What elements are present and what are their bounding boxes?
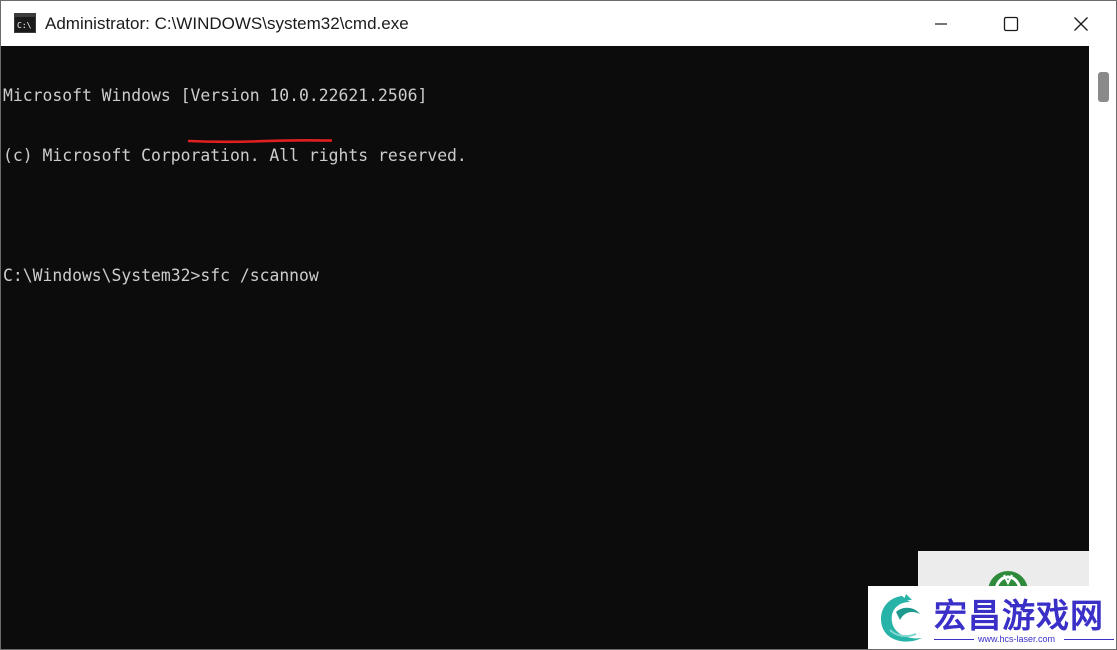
title-bar[interactable]: C:\ Administrator: C:\WINDOWS\system32\c… [1,1,1116,46]
console-line-copyright: (c) Microsoft Corporation. All rights re… [3,146,467,165]
command-prompt-line[interactable]: C:\Windows\System32>sfc /scannow [3,266,1089,286]
minimize-icon [935,22,947,25]
watermark-rule-left [934,639,974,640]
dragon-logo-icon [880,594,922,642]
watermark-title: 宏昌游戏网 [934,596,1104,635]
watermark-url: www.hcs-laser.com [978,634,1056,644]
site-watermark: 宏昌游戏网 www.hcs-laser.com [868,586,1116,649]
vertical-scrollbar[interactable] [1089,46,1116,649]
command-text: sfc /scannow [200,266,319,285]
command-highlight-underline [188,139,332,144]
minimize-button[interactable] [906,1,976,46]
window-title: Administrator: C:\WINDOWS\system32\cmd.e… [45,14,409,33]
close-icon [1074,16,1088,31]
maximize-button[interactable] [976,1,1046,46]
scrollbar-thumb[interactable] [1098,72,1109,102]
maximize-icon [1003,16,1019,31]
watermark-rule-right [1064,639,1114,640]
console-line-blank [3,206,1089,226]
console-line-version: Microsoft Windows [Version 10.0.22621.25… [3,86,428,105]
cmd-icon: C:\ [14,13,36,33]
prompt-path: C:\Windows\System32> [3,266,201,285]
svg-text:C:\: C:\ [17,21,32,30]
cmd-window: C:\ Administrator: C:\WINDOWS\system32\c… [0,0,1117,650]
close-button[interactable] [1046,1,1116,46]
